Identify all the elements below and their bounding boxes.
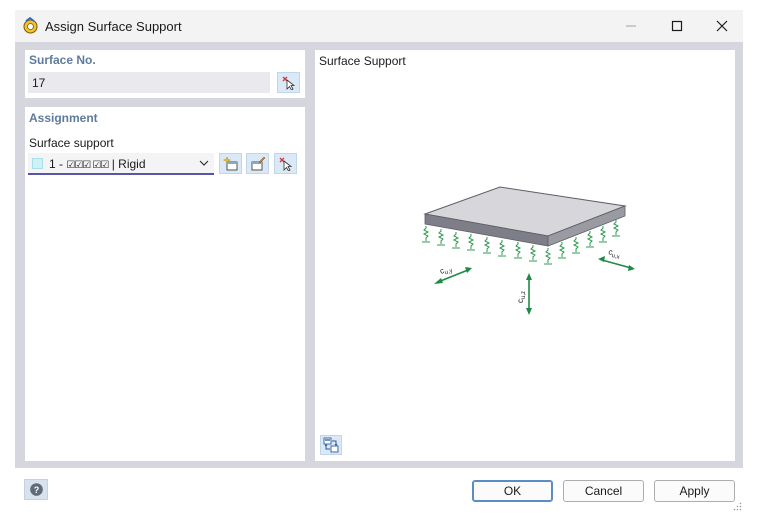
surface-support-select[interactable]: 1 - ☑☑☑ ☑☑ | Rigid	[28, 153, 214, 175]
view-options-button[interactable]	[320, 435, 342, 455]
close-button[interactable]	[699, 10, 745, 42]
new-support-button[interactable]	[219, 153, 242, 174]
minimize-icon	[626, 25, 636, 27]
pick-cursor-icon	[282, 76, 296, 90]
view-options-icon	[323, 437, 339, 453]
pick-surface-button[interactable]	[277, 72, 300, 93]
cux-label: cu,x	[607, 247, 621, 261]
maximize-button[interactable]	[654, 10, 700, 42]
maximize-icon	[671, 20, 683, 32]
surface-number-input[interactable]: 17	[28, 72, 270, 93]
rfem-app-icon	[23, 17, 38, 34]
support-select-value: 1 - ☑☑☑ ☑☑ | Rigid	[49, 157, 146, 171]
pick-cursor-icon	[279, 157, 293, 171]
support-dof-glyphs: ☑☑☑ ☑☑	[66, 160, 109, 171]
cuz-label: cu,z	[516, 291, 527, 303]
dialog-body: Surface No. 17 Assignment Surface suppor…	[15, 42, 743, 468]
support-number: 1 -	[49, 157, 64, 171]
new-icon	[222, 155, 237, 170]
support-color-swatch	[32, 158, 43, 169]
preview-panel: Surface Support cu,y cu,x cu,z	[315, 50, 735, 461]
surface-support-label: Surface support	[29, 136, 114, 150]
close-icon	[716, 20, 728, 32]
pick-support-button[interactable]	[274, 153, 297, 174]
help-button[interactable]: ?	[24, 479, 48, 500]
surface-support-diagram: cu,y cu,x cu,z	[422, 186, 635, 315]
edit-support-button[interactable]	[246, 153, 269, 174]
preview-title: Surface Support	[319, 54, 406, 68]
chevron-down-icon	[199, 160, 209, 166]
ok-button[interactable]: OK	[472, 480, 553, 502]
cancel-button[interactable]: Cancel	[563, 480, 644, 502]
title-bar: Assign Surface Support	[15, 10, 743, 42]
apply-button[interactable]: Apply	[654, 480, 735, 502]
minimize-button[interactable]	[608, 10, 654, 42]
svg-text:?: ?	[33, 485, 39, 495]
assignment-panel: Assignment Surface support 1 - ☑☑☑ ☑☑ | …	[25, 107, 305, 461]
surface-number-panel: Surface No. 17	[25, 50, 305, 98]
assignment-header: Assignment	[29, 111, 98, 125]
cuy-label: cu,y	[439, 263, 454, 277]
resize-grip-icon[interactable]	[733, 502, 742, 511]
window-title: Assign Surface Support	[45, 19, 182, 34]
help-icon: ?	[29, 483, 43, 496]
edit-icon	[251, 156, 265, 170]
surface-number-header: Surface No.	[29, 53, 96, 67]
support-name: | Rigid	[111, 157, 146, 171]
